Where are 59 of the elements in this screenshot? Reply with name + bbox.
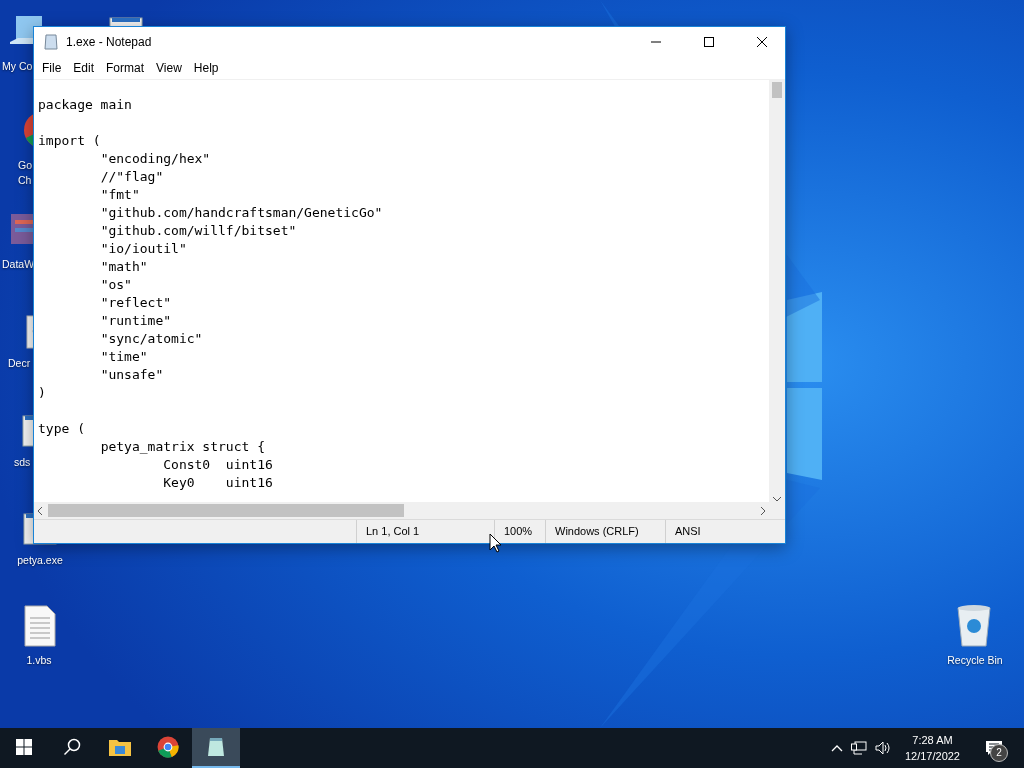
code-line: "time" (99, 348, 149, 366)
code-line: ) (38, 384, 47, 402)
code-line: Const0 uint16 (162, 456, 274, 474)
desktop-icon-label[interactable]: 1.vbs (26, 653, 52, 668)
clock-date[interactable]: 12/17/2022 (904, 748, 960, 764)
notification-count: 2 (990, 744, 1008, 762)
desktop-icon-label[interactable]: sds (14, 455, 31, 470)
windows-logo-icon (16, 739, 32, 755)
code-line: "github.com/willf/bitset" (99, 222, 298, 240)
notepad-icon (43, 34, 59, 50)
code-line: "reflect" (99, 294, 173, 312)
chevron-up-icon[interactable] (830, 744, 843, 752)
code-line: //"flag" (99, 168, 165, 186)
window-title: 1.exe - Notepad (66, 35, 153, 49)
code-line: "runtime" (99, 312, 173, 330)
desktop-icon-label[interactable]: DataW (2, 257, 35, 272)
close-icon (757, 37, 767, 47)
desktop-icon-label[interactable]: Recycle Bin (947, 653, 1003, 668)
menu-item[interactable]: View (150, 58, 188, 78)
code-line: "io/ioutil" (99, 240, 188, 258)
taskbar-button[interactable] (192, 728, 240, 768)
code-line: "math" (99, 258, 149, 276)
code-line: "sync/atomic" (99, 330, 204, 348)
menu-item[interactable]: File (36, 58, 68, 78)
search-icon (63, 738, 81, 756)
clock-time[interactable]: 7:28 AM (912, 732, 953, 748)
menu-item[interactable]: Edit (67, 58, 101, 78)
scroll-right-icon[interactable] (759, 506, 767, 515)
code-line: "fmt" (99, 186, 141, 204)
code-line: petya_matrix struct { (99, 438, 266, 456)
network-icon[interactable] (850, 741, 867, 755)
scroll-thumb[interactable] (48, 504, 404, 517)
desktop-icon-label[interactable]: petya.exe (17, 553, 63, 568)
code-line: "github.com/handcraftsman/GeneticGo" (99, 204, 384, 222)
status-text: ANSI (665, 520, 765, 543)
menu-item[interactable]: Format (100, 58, 151, 78)
code-line: "os" (99, 276, 133, 294)
scroll-thumb[interactable] (772, 82, 782, 98)
maximize-icon (704, 37, 714, 47)
folder-icon (109, 738, 131, 756)
code-line: "encoding/hex" (99, 150, 212, 168)
notepad-icon (206, 736, 226, 758)
scroll-left-icon[interactable] (36, 506, 44, 515)
menu-item[interactable]: Help (187, 58, 225, 78)
desktop-icon-label[interactable]: Go (18, 158, 32, 173)
vertical-scrollbar[interactable] (769, 80, 785, 502)
code-line: package main (38, 96, 133, 114)
desktop-icon-label[interactable]: Ch (18, 173, 32, 188)
status-text: Windows (CRLF) (545, 520, 665, 543)
horizontal-scrollbar[interactable] (34, 502, 785, 519)
code-line: type ( (38, 420, 86, 438)
code-line: import ( (38, 132, 102, 150)
desktop-icon-label[interactable]: My Co (2, 59, 33, 74)
desktop-icon-label[interactable]: Decr (8, 356, 31, 371)
scroll-down-icon[interactable] (773, 496, 781, 502)
chrome-icon (157, 736, 179, 758)
code-line: "unsafe" (99, 366, 165, 384)
speaker-icon[interactable] (874, 741, 891, 755)
code-line: Key0 uint16 (162, 474, 274, 492)
